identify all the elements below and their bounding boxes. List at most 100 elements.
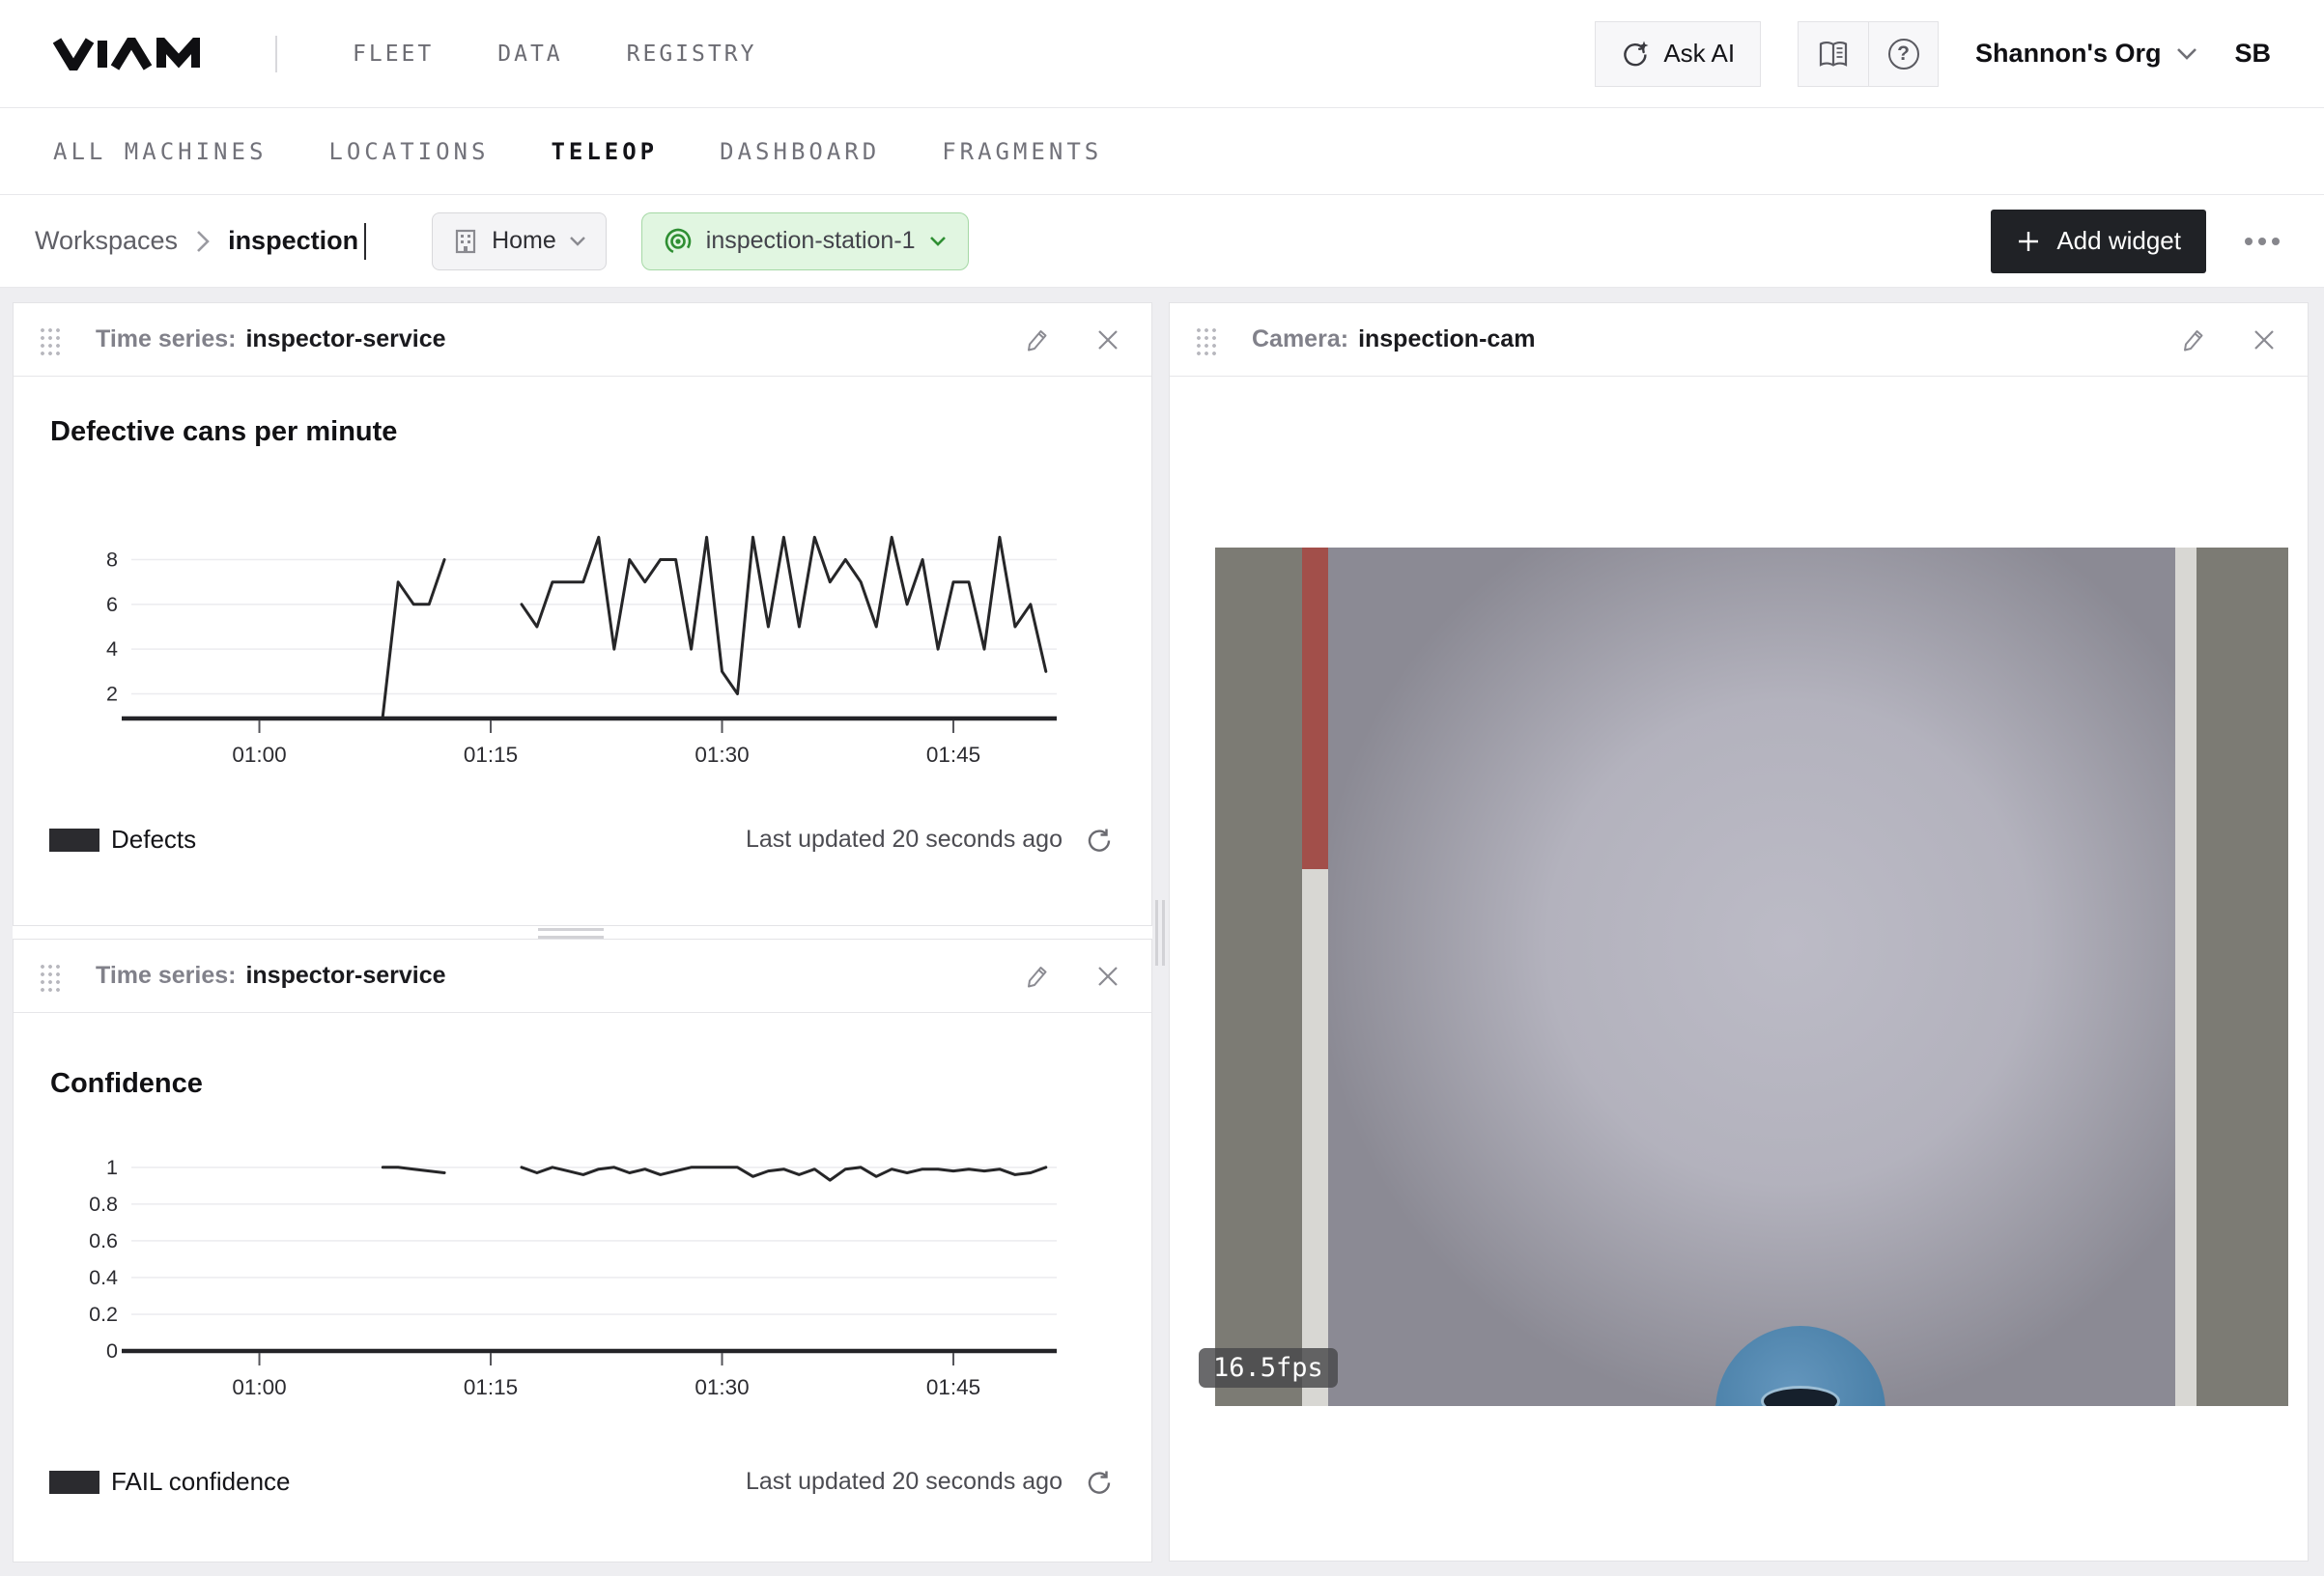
- tab-fragments[interactable]: FRAGMENTS: [942, 138, 1102, 165]
- widget-canvas: Time series: inspector-service Defe: [0, 288, 2324, 1576]
- nav-fleet[interactable]: FLEET: [353, 42, 434, 67]
- svg-text:8: 8: [106, 548, 118, 571]
- top-header: FLEET DATA REGISTRY Ask AI: [0, 0, 2324, 108]
- tab-teleop[interactable]: TELEOP: [551, 138, 658, 165]
- widget-drag-handle[interactable]: [1194, 324, 1217, 355]
- viam-logo[interactable]: [53, 38, 200, 70]
- fps-badge: 16.5fps: [1199, 1348, 1338, 1388]
- svg-text:0.2: 0.2: [89, 1303, 118, 1326]
- camera-feed: [1215, 548, 2288, 1406]
- edit-widget-button[interactable]: [1025, 964, 1050, 989]
- conveyor-edge-right: [2196, 548, 2288, 1406]
- help-button[interactable]: ?: [1868, 22, 1938, 86]
- legend-label: FAIL confidence: [111, 1467, 291, 1497]
- legend-swatch: [49, 1471, 99, 1494]
- chevron-down-icon: [2176, 47, 2197, 61]
- widget-type-label: Camera:: [1252, 325, 1348, 353]
- pencil-icon: [1025, 327, 1050, 352]
- breadcrumb-workspaces[interactable]: Workspaces: [35, 226, 178, 256]
- conveyor-rail-right: [2175, 548, 2196, 1406]
- add-widget-label: Add widget: [2056, 226, 2181, 256]
- nav-data[interactable]: DATA: [497, 42, 562, 67]
- widget-drag-handle[interactable]: [38, 961, 61, 992]
- add-widget-button[interactable]: Add widget: [1991, 210, 2206, 273]
- org-switcher[interactable]: Shannon's Org: [1975, 39, 2197, 69]
- legend-label: Defects: [111, 825, 196, 855]
- widget-camera: Camera: inspection-cam: [1169, 302, 2309, 1562]
- camera-light-blob: [1215, 548, 2288, 1406]
- refresh-button[interactable]: [1086, 1469, 1113, 1496]
- nav-registry[interactable]: REGISTRY: [627, 42, 757, 67]
- legend-swatch: [49, 829, 99, 852]
- fleet-tabs: ALL MACHINES LOCATIONS TELEOP DASHBOARD …: [0, 108, 2324, 195]
- workspace-menu-button[interactable]: [2235, 228, 2289, 255]
- svg-text:01:45: 01:45: [926, 743, 980, 767]
- text-cursor: [364, 223, 366, 260]
- widget-drag-handle[interactable]: [38, 324, 61, 355]
- widget-type-label: Time series:: [96, 325, 236, 353]
- svg-text:4: 4: [106, 637, 118, 661]
- svg-text:0.8: 0.8: [89, 1193, 118, 1216]
- ask-ai-button[interactable]: Ask AI: [1595, 21, 1761, 87]
- svg-text:0.6: 0.6: [89, 1229, 118, 1252]
- last-updated-text: Last updated 20 seconds ago: [746, 1468, 1063, 1496]
- svg-text:01:15: 01:15: [464, 743, 518, 767]
- machine-label: inspection-station-1: [706, 227, 916, 255]
- header-divider: [275, 36, 277, 72]
- primary-nav: FLEET DATA REGISTRY: [353, 42, 756, 67]
- edit-widget-button[interactable]: [1025, 327, 1050, 352]
- plus-icon: [2016, 229, 2041, 254]
- last-updated-text: Last updated 20 seconds ago: [746, 826, 1063, 854]
- widget-resource-name: inspector-service: [245, 325, 445, 353]
- widget-resource-name: inspector-service: [245, 962, 445, 990]
- help-icon: ?: [1888, 39, 1919, 70]
- svg-text:0: 0: [106, 1339, 118, 1363]
- close-widget-button[interactable]: [2253, 328, 2276, 352]
- close-icon: [1096, 965, 1119, 988]
- chart-title: Defective cans per minute: [50, 416, 1151, 448]
- chevron-down-icon: [929, 236, 947, 247]
- svg-text:1: 1: [106, 1156, 118, 1179]
- ask-ai-icon: [1621, 40, 1650, 69]
- tab-locations[interactable]: LOCATIONS: [328, 138, 489, 165]
- viam-app: FLEET DATA REGISTRY Ask AI: [0, 0, 2324, 1576]
- close-widget-button[interactable]: [1096, 328, 1119, 352]
- svg-text:2: 2: [106, 683, 118, 706]
- edit-widget-button[interactable]: [2181, 327, 2206, 352]
- widget-type-label: Time series:: [96, 962, 236, 990]
- chart-title: Confidence: [50, 1068, 1151, 1100]
- docs-help-group: ?: [1798, 21, 1939, 87]
- confidence-line-chart: 0 0.2 0.4 0.6 0.8 1 01:00 01:15 01:30 01:45: [25, 1131, 1068, 1414]
- widget-resource-name: inspection-cam: [1358, 325, 1535, 353]
- refresh-button[interactable]: [1086, 827, 1113, 854]
- location-label: Home: [492, 227, 556, 255]
- svg-text:6: 6: [106, 593, 118, 616]
- chart-legend: FAIL confidence: [49, 1467, 291, 1497]
- red-marker-bar: [1302, 548, 1328, 869]
- user-avatar[interactable]: SB: [2234, 39, 2271, 69]
- workspace-title-input[interactable]: inspection: [228, 226, 358, 256]
- conveyor-edge-left: [1215, 548, 1302, 1406]
- close-widget-button[interactable]: [1096, 965, 1119, 988]
- widget-timeseries-confidence: Time series: inspector-service Conf: [13, 939, 1152, 1562]
- ask-ai-label: Ask AI: [1663, 39, 1735, 69]
- svg-text:01:30: 01:30: [694, 743, 749, 767]
- pencil-icon: [1025, 964, 1050, 989]
- close-icon: [2253, 328, 2276, 352]
- tab-dashboard[interactable]: DASHBOARD: [720, 138, 880, 165]
- tab-all-machines[interactable]: ALL MACHINES: [53, 138, 267, 165]
- svg-text:01:30: 01:30: [694, 1375, 749, 1399]
- svg-text:0.4: 0.4: [89, 1266, 118, 1289]
- breadcrumb-chevron-icon: [195, 229, 211, 254]
- column-resize-handle[interactable]: [1155, 900, 1165, 966]
- machine-status-icon: [664, 227, 693, 256]
- refresh-icon: [1086, 1469, 1113, 1496]
- svg-text:01:15: 01:15: [464, 1375, 518, 1399]
- docs-button[interactable]: [1799, 22, 1868, 86]
- building-icon: [452, 228, 479, 255]
- svg-text:01:00: 01:00: [232, 1375, 286, 1399]
- svg-text:01:45: 01:45: [926, 1375, 980, 1399]
- pencil-icon: [2181, 327, 2206, 352]
- location-selector[interactable]: Home: [432, 212, 607, 270]
- machine-selector[interactable]: inspection-station-1: [641, 212, 969, 270]
